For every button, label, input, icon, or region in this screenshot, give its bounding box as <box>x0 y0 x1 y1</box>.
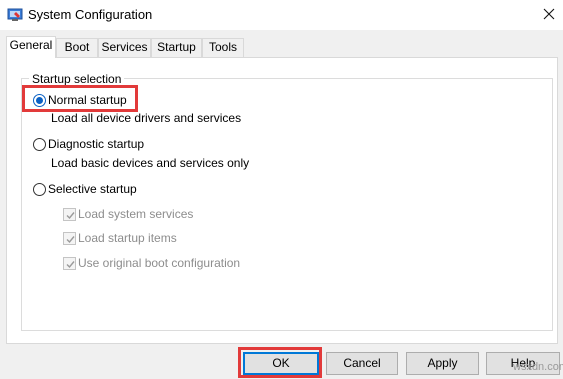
ok-button[interactable]: OK <box>243 352 319 375</box>
title-bar[interactable]: System Configuration <box>0 0 563 30</box>
normal-startup-description: Load all device drivers and services <box>51 111 242 125</box>
load-system-services-label: Load system services <box>78 207 194 221</box>
use-original-boot-config-checkbox[interactable] <box>63 257 76 270</box>
use-original-boot-config-label: Use original boot configuration <box>78 256 241 270</box>
selective-startup-label[interactable]: Selective startup <box>48 182 137 196</box>
startup-selection-legend: Startup selection <box>29 72 125 86</box>
diagnostic-startup-radio[interactable] <box>33 138 46 151</box>
diagnostic-startup-label[interactable]: Diagnostic startup <box>48 137 144 151</box>
check-icon <box>66 236 75 244</box>
cancel-button[interactable]: Cancel <box>326 352 398 375</box>
apply-button[interactable]: Apply <box>406 352 479 375</box>
tab-tools[interactable]: Tools <box>202 38 244 57</box>
check-icon <box>66 212 75 220</box>
watermark: wsxdn.com <box>513 361 563 373</box>
selective-startup-radio[interactable] <box>33 183 46 196</box>
load-startup-items-checkbox[interactable] <box>63 232 76 245</box>
check-icon <box>66 261 75 269</box>
close-icon <box>543 8 555 20</box>
system-configuration-window: System Configuration General Boot Servic… <box>0 0 563 379</box>
diagnostic-startup-description: Load basic devices and services only <box>51 156 250 170</box>
window-title: System Configuration <box>28 7 153 22</box>
general-tab-panel: Startup selection Normal startup Load al… <box>6 57 558 344</box>
tab-services[interactable]: Services <box>98 38 151 57</box>
load-startup-items-label: Load startup items <box>78 231 177 245</box>
tab-general[interactable]: General <box>6 36 56 58</box>
tab-startup[interactable]: Startup <box>151 38 202 57</box>
close-button[interactable] <box>537 3 561 25</box>
normal-startup-radio[interactable] <box>33 94 46 107</box>
normal-startup-label[interactable]: Normal startup <box>48 93 127 107</box>
tab-boot[interactable]: Boot <box>56 38 98 57</box>
system-config-icon <box>7 7 23 23</box>
load-system-services-checkbox[interactable] <box>63 208 76 221</box>
